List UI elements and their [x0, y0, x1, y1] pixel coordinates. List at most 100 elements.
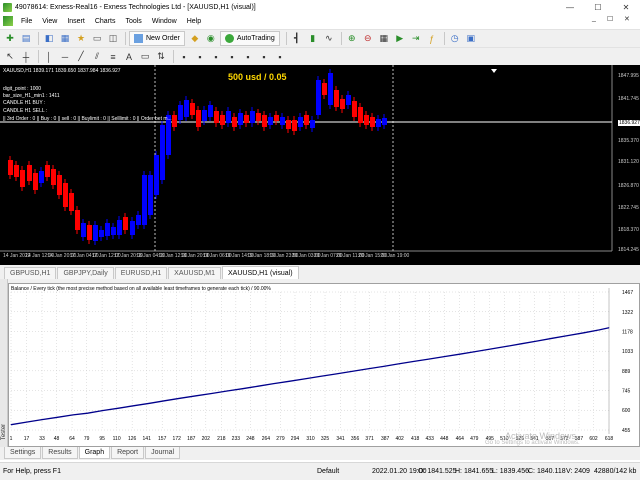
menu-file[interactable]: File — [16, 18, 37, 25]
minimize-button[interactable]: — — [556, 0, 584, 14]
tab-report[interactable]: Report — [111, 447, 145, 459]
channel-icon[interactable]: ⫽ — [90, 50, 104, 64]
crosshair-icon[interactable]: ┼ — [19, 50, 33, 64]
label-icon[interactable]: ▭ — [138, 50, 152, 64]
candle-body — [358, 107, 363, 123]
line-chart-icon[interactable]: ∿ — [322, 32, 336, 46]
m5-period-icon[interactable]: ▪ — [193, 50, 207, 64]
candle-body — [274, 115, 279, 121]
h1-period-icon[interactable]: ▪ — [241, 50, 255, 64]
candle-body — [286, 120, 291, 129]
candle-body — [57, 175, 62, 195]
tab-gbpjpy-daily[interactable]: GBPJPY,Daily — [57, 267, 114, 279]
fibonacci-icon[interactable]: ≡ — [106, 50, 120, 64]
tile-windows-icon[interactable]: ▦ — [377, 32, 391, 46]
terminal-icon[interactable]: ▭ — [90, 32, 104, 46]
balance-point — [459, 353, 461, 355]
menu-charts[interactable]: Charts — [90, 18, 121, 25]
signals-icon[interactable]: ◉ — [204, 32, 218, 46]
status-low: L: 1839.456 — [492, 468, 529, 475]
balance-point — [567, 335, 569, 336]
menu-tools[interactable]: Tools — [120, 18, 146, 25]
tab-xauusd-h1-visual[interactable]: XAUUSD,H1 (visual) — [222, 266, 299, 279]
m15-period-icon[interactable]: ▪ — [209, 50, 223, 64]
candlestick-icon[interactable]: ▮ — [306, 32, 320, 46]
toolbar-drawing: ↖ ┼ │ ─ ╱ ⫽ ≡ A ▭ ⇅ ▪ ▪ ▪ ▪ ▪ ▪ ▪ — [0, 47, 640, 65]
zoom-in-icon[interactable]: ⊕ — [345, 32, 359, 46]
maximize-button[interactable]: ☐ — [584, 0, 612, 14]
text-icon[interactable]: A — [122, 50, 136, 64]
candle-body — [202, 110, 207, 121]
candle-body — [322, 83, 327, 95]
vertical-line-icon[interactable]: │ — [42, 50, 56, 64]
chart-shift-icon[interactable]: ⇥ — [409, 32, 423, 46]
child-close-button[interactable]: ✕ — [624, 15, 630, 23]
chart-tab-bar: GBPUSD,H1 GBPJPY,Daily EURUSD,H1 XAUUSD,… — [0, 265, 640, 279]
info-line-barsize: bar_size_H1_min1 : 1411 — [3, 93, 60, 99]
data-window-icon[interactable]: ▦ — [58, 32, 72, 46]
balance-point — [149, 402, 150, 404]
bar-chart-icon[interactable]: ┫ — [290, 32, 304, 46]
strategy-tester-icon[interactable]: ◫ — [106, 32, 120, 46]
candle-body — [87, 225, 92, 240]
menu-insert[interactable]: Insert — [62, 18, 90, 25]
h4-period-icon[interactable]: ▪ — [257, 50, 271, 64]
profiles-icon[interactable]: ▤ — [19, 32, 33, 46]
x-tick-label: 141 — [143, 436, 152, 442]
candle-body — [220, 115, 225, 125]
strategy-tester-panel: Tester 1467 1322 1178 1033 889 745 600 455 1 17 33… — [0, 279, 640, 447]
tab-journal[interactable]: Journal — [145, 447, 181, 459]
x-tick-label: 110 — [113, 436, 121, 442]
candle-body — [142, 175, 147, 225]
child-minimize-button[interactable]: _ — [592, 15, 596, 22]
status-high: H: 1841.655 — [455, 468, 494, 475]
menu-window[interactable]: Window — [147, 18, 182, 25]
balance-point — [57, 416, 58, 418]
templates-icon[interactable]: ▣ — [464, 32, 478, 46]
m1-period-icon[interactable]: ▪ — [177, 50, 191, 64]
candle-body — [105, 223, 110, 236]
price-tick-label: 1831.120 — [618, 159, 639, 165]
zoom-out-icon[interactable]: ⊖ — [361, 32, 375, 46]
autotrading-button[interactable]: AutoTrading — [219, 31, 280, 46]
balance-point — [366, 368, 368, 370]
tab-settings[interactable]: Settings — [4, 447, 42, 459]
info-line-buy: CANDLE H1 BUY : — [3, 100, 46, 106]
tab-xauusd-m1[interactable]: XAUUSD,M1 — [168, 267, 221, 279]
market-watch-icon[interactable]: ◧ — [42, 32, 56, 46]
candle-body — [130, 221, 135, 235]
d1-period-icon[interactable]: ▪ — [273, 50, 287, 64]
separator — [125, 32, 126, 45]
new-chart-icon[interactable]: ✚ — [3, 32, 17, 46]
tab-eurusd-h1[interactable]: EURUSD,H1 — [114, 267, 168, 279]
price-chart[interactable]: XAUUSD,H1 1839.171 1839.650 1837.984 183… — [0, 65, 640, 265]
periods-icon[interactable]: ◷ — [448, 32, 462, 46]
auto-scroll-icon[interactable]: ▶ — [393, 32, 407, 46]
menu-view[interactable]: View — [37, 18, 62, 25]
new-order-icon — [134, 34, 143, 43]
info-line-sell: CANDLE H1 SELL : — [3, 108, 48, 114]
x-tick-label: 264 — [262, 436, 271, 442]
new-order-button[interactable]: New Order — [129, 31, 185, 46]
tab-graph[interactable]: Graph — [78, 447, 111, 459]
candle-body — [370, 117, 375, 127]
navigator-icon[interactable]: ★ — [74, 32, 88, 46]
candle-body — [117, 220, 122, 235]
metaeditor-icon[interactable]: ◆ — [188, 32, 202, 46]
candle-body — [33, 173, 38, 190]
m30-period-icon[interactable]: ▪ — [225, 50, 239, 64]
tester-side-strip[interactable]: Tester — [0, 279, 8, 447]
child-restore-button[interactable]: ☐ — [607, 15, 613, 23]
candle-body — [14, 165, 19, 177]
close-button[interactable]: ✕ — [612, 0, 640, 14]
tab-gbpusd-h1[interactable]: GBPUSD,H1 — [4, 267, 57, 279]
x-tick-label: 448 — [440, 436, 449, 442]
indicators-icon[interactable]: ƒ — [425, 32, 439, 46]
candle-body — [154, 155, 159, 195]
cursor-icon[interactable]: ↖ — [3, 50, 17, 64]
trendline-icon[interactable]: ╱ — [74, 50, 88, 64]
menu-help[interactable]: Help — [182, 18, 206, 25]
tab-results[interactable]: Results — [42, 447, 78, 459]
arrows-icon[interactable]: ⇅ — [154, 50, 168, 64]
horizontal-line-icon[interactable]: ─ — [58, 50, 72, 64]
